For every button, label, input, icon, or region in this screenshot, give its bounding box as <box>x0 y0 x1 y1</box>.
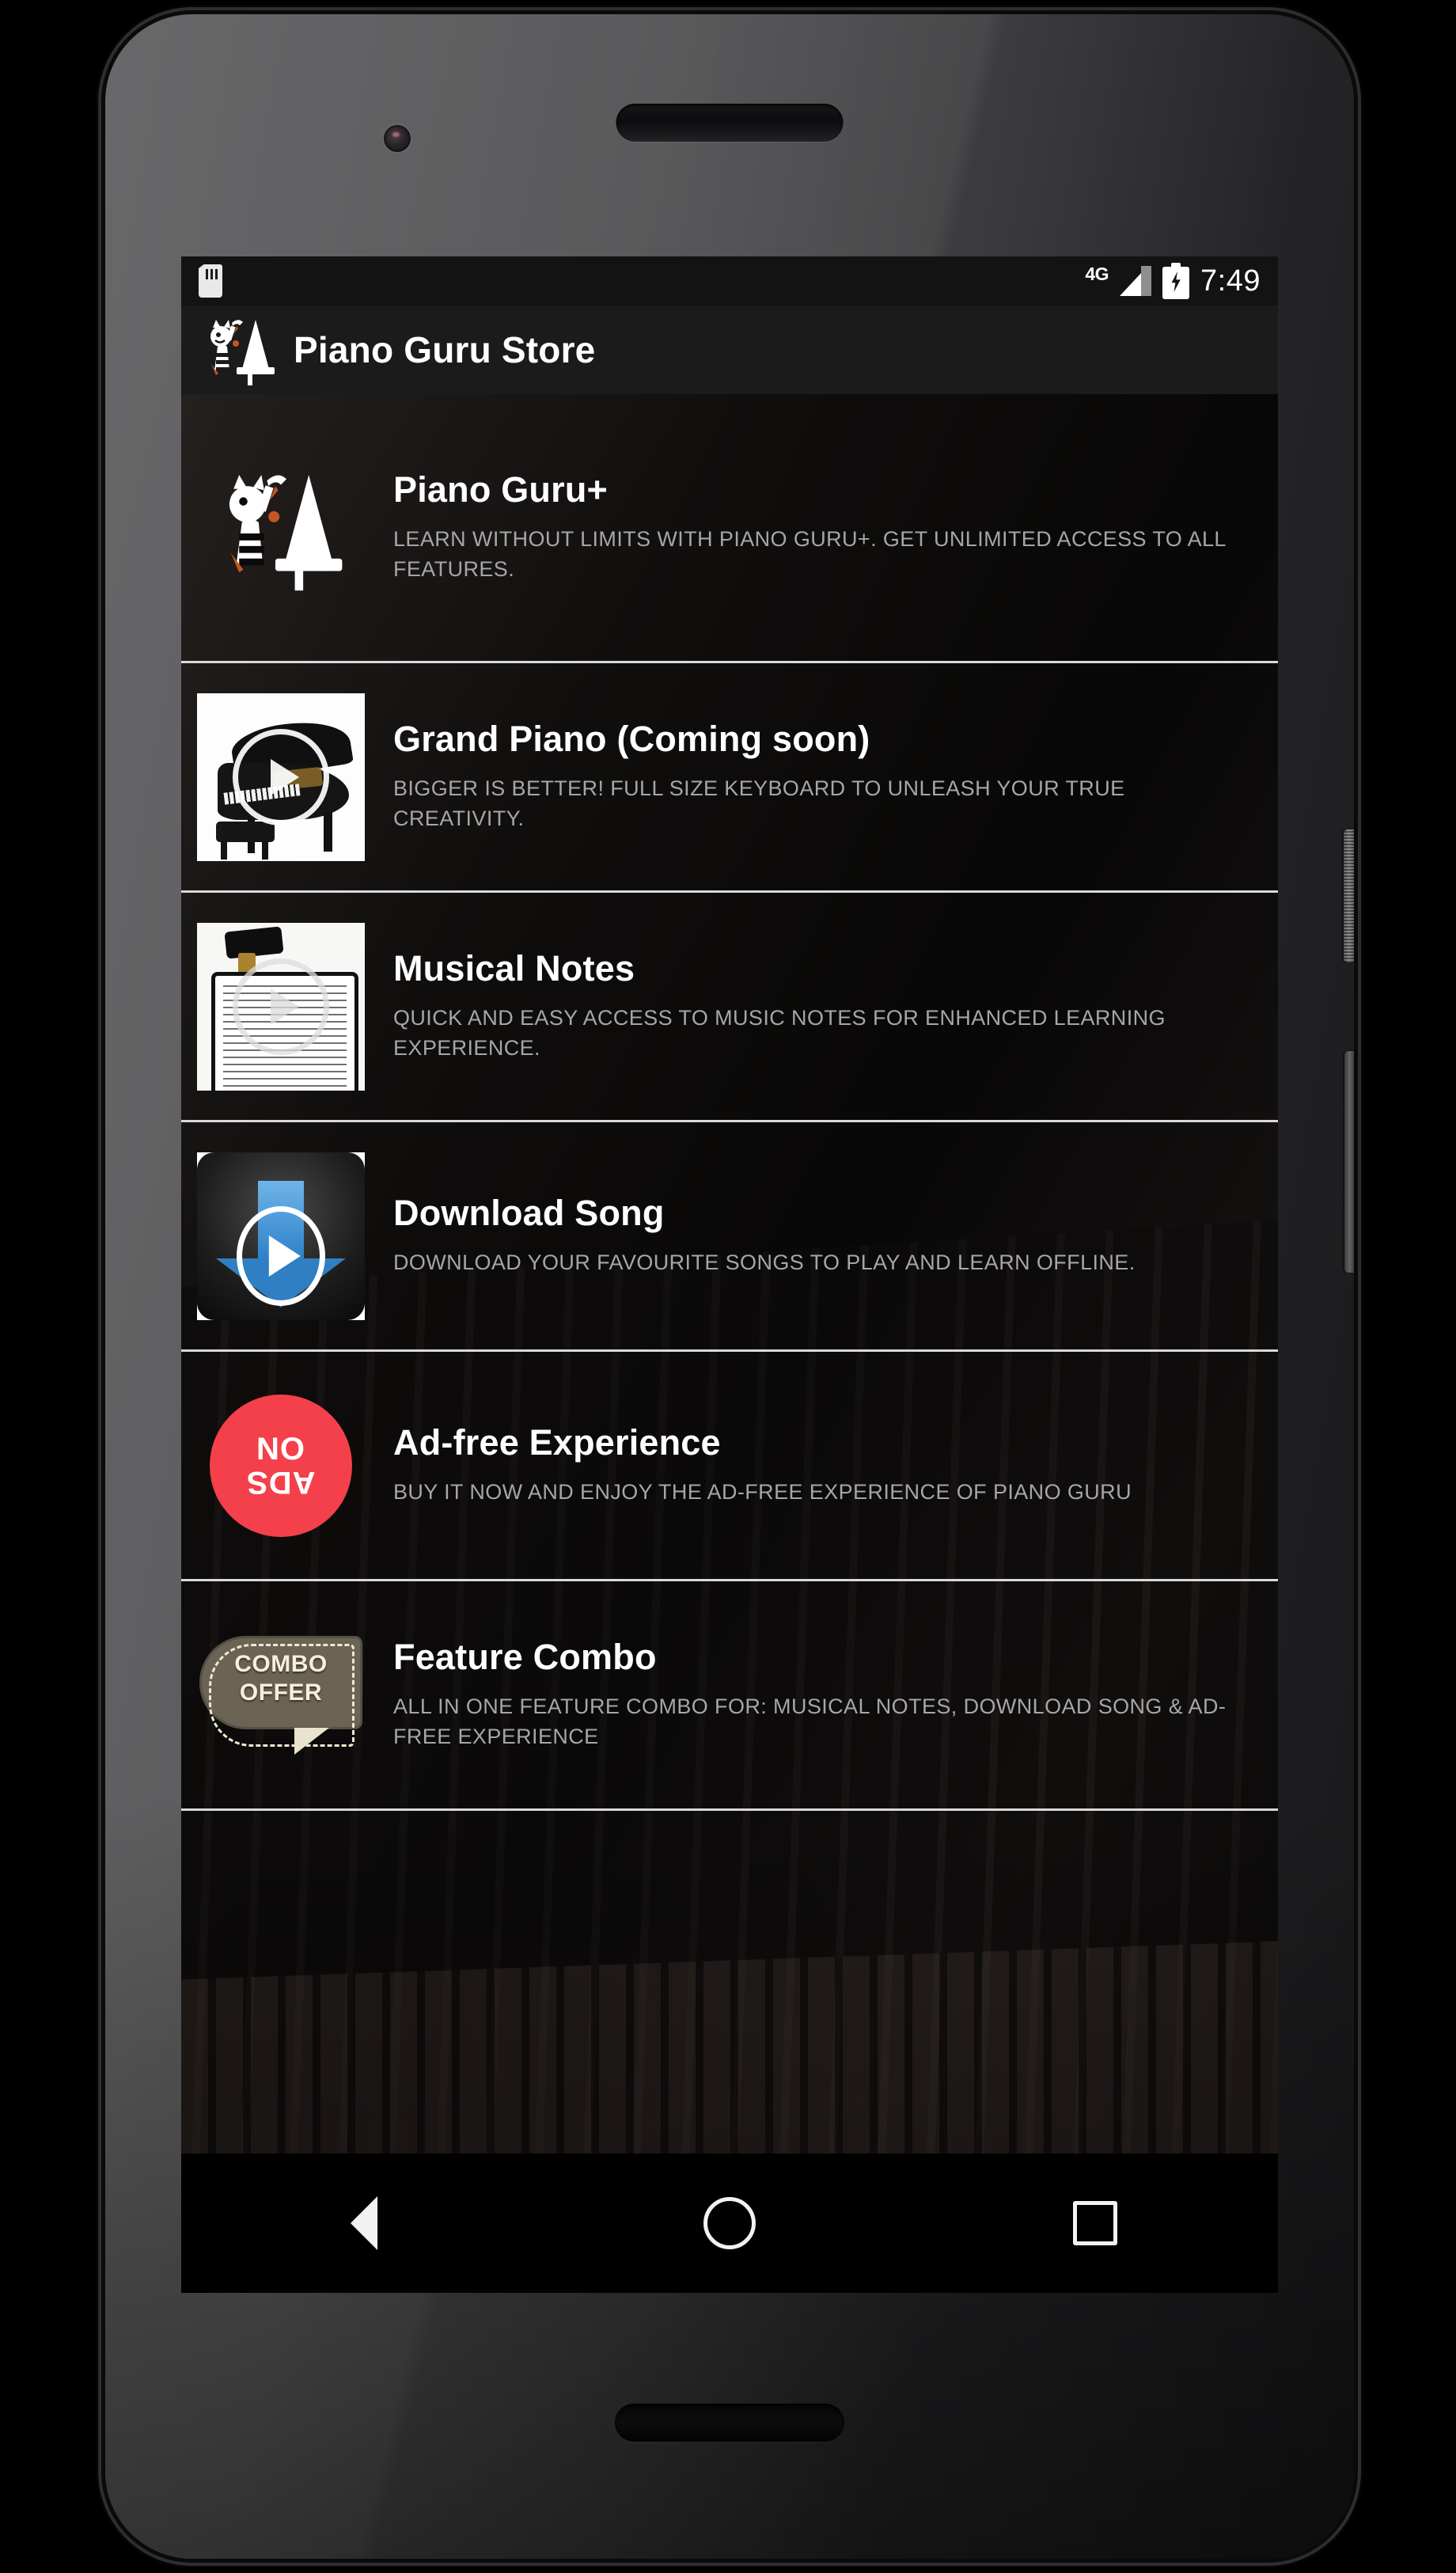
status-bar: 4G 7:49 <box>181 256 1278 305</box>
volume-rocker-button[interactable] <box>1344 1051 1354 1273</box>
bottom-speaker <box>615 2404 844 2442</box>
store-item-description: DOWNLOAD YOUR FAVOURITE SONGS TO PLAY AN… <box>393 1250 1136 1274</box>
phone-device: 4G 7:49 Piano Guru Store Piano Guru+ LEA… <box>105 14 1354 2559</box>
no-ads-badge-line2: ADS <box>246 1464 316 1500</box>
play-icon[interactable] <box>233 958 329 1055</box>
page-title: Piano Guru Store <box>294 329 596 370</box>
combo-badge-line1: COMBO <box>234 1650 328 1677</box>
store-item-text: Musical Notes QUICK AND EASY ACCESS TO M… <box>393 947 1261 1064</box>
piano-guru-logo-icon <box>197 444 365 612</box>
play-icon[interactable] <box>233 728 329 825</box>
network-type-label: 4G <box>1085 263 1109 284</box>
store-item-list[interactable]: Piano Guru+ LEARN WITHOUT LIMITS WITH PI… <box>181 394 1278 2154</box>
store-item-title: Musical Notes <box>393 947 635 989</box>
store-item-title: Feature Combo <box>393 1636 657 1677</box>
store-item-feature-combo[interactable]: COMBO OFFER Feature Combo ALL IN ONE FEA… <box>181 1581 1278 1811</box>
store-item-text: Piano Guru+ LEARN WITHOUT LIMITS WITH PI… <box>393 469 1261 585</box>
store-item-text: Grand Piano (Coming soon) BIGGER IS BETT… <box>393 718 1261 834</box>
store-item-title: Grand Piano (Coming soon) <box>393 718 870 759</box>
no-ads-badge-icon: NO ADS <box>197 1382 365 1550</box>
grand-piano-video-thumbnail[interactable] <box>197 693 365 861</box>
musical-notes-video-thumbnail[interactable] <box>197 922 365 1091</box>
piano-guru-logo-icon <box>210 320 275 385</box>
store-item-title: Ad-free Experience <box>393 1421 721 1463</box>
home-icon[interactable] <box>666 2154 793 2293</box>
store-item-description: LEARN WITHOUT LIMITS WITH PIANO GURU+. G… <box>393 526 1226 582</box>
signal-bars-icon <box>1120 266 1152 296</box>
android-navigation-bar[interactable] <box>181 2154 1278 2293</box>
no-ads-badge-line1: NO <box>256 1431 305 1467</box>
front-camera-icon <box>384 125 411 152</box>
store-item-piano-guru-plus[interactable]: Piano Guru+ LEARN WITHOUT LIMITS WITH PI… <box>181 394 1278 663</box>
store-item-grand-piano[interactable]: Grand Piano (Coming soon) BIGGER IS BETT… <box>181 663 1278 893</box>
store-item-download-song[interactable]: Download Song DOWNLOAD YOUR FAVOURITE SO… <box>181 1122 1278 1352</box>
store-item-musical-notes[interactable]: Musical Notes QUICK AND EASY ACCESS TO M… <box>181 893 1278 1122</box>
status-bar-right-group: 4G 7:49 <box>1085 263 1261 299</box>
status-bar-clock: 7:49 <box>1200 264 1261 298</box>
earpiece-speaker <box>616 104 844 142</box>
download-song-icon[interactable] <box>197 1152 365 1320</box>
store-item-title: Piano Guru+ <box>393 469 608 510</box>
back-icon[interactable] <box>301 2154 427 2293</box>
store-item-description: BUY IT NOW AND ENJOY THE AD-FREE EXPERIE… <box>393 1479 1132 1504</box>
action-bar: Piano Guru Store <box>181 305 1278 394</box>
store-item-title: Download Song <box>393 1192 665 1233</box>
sim-card-icon <box>199 264 222 298</box>
store-item-description: QUICK AND EASY ACCESS TO MUSIC NOTES FOR… <box>393 1005 1166 1061</box>
combo-offer-badge-icon: COMBO OFFER <box>197 1611 365 1779</box>
combo-badge-line2: OFFER <box>239 1679 323 1706</box>
battery-charging-icon <box>1162 263 1190 299</box>
power-button[interactable] <box>1344 829 1354 962</box>
store-item-text: Download Song DOWNLOAD YOUR FAVOURITE SO… <box>393 1194 1261 1278</box>
recents-icon[interactable] <box>1032 2154 1158 2293</box>
store-item-description: BIGGER IS BETTER! FULL SIZE KEYBOARD TO … <box>393 776 1125 831</box>
store-item-ad-free-experience[interactable]: NO ADS Ad-free Experience BUY IT NOW AND… <box>181 1352 1278 1581</box>
store-item-description: ALL IN ONE FEATURE COMBO FOR: MUSICAL NO… <box>393 1694 1227 1749</box>
store-item-text: Ad-free Experience BUY IT NOW AND ENJOY … <box>393 1421 1261 1508</box>
store-item-text: Feature Combo ALL IN ONE FEATURE COMBO F… <box>393 1638 1261 1752</box>
phone-screen: 4G 7:49 Piano Guru Store Piano Guru+ LEA… <box>181 256 1278 2293</box>
